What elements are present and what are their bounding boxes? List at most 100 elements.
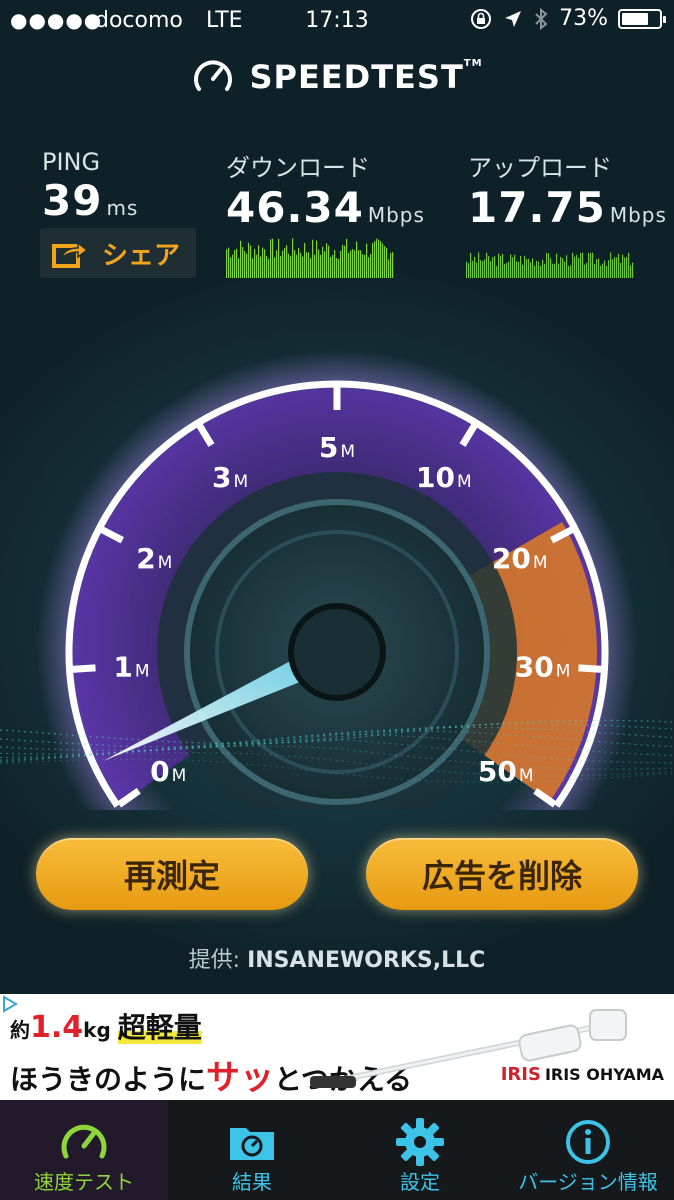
sparkline-bar: [258, 245, 260, 278]
sparkline-bar: [310, 258, 312, 278]
tab-results[interactable]: 結果: [168, 1100, 336, 1200]
sparkline-bar: [486, 252, 488, 278]
sparkline-bar: [318, 249, 320, 278]
gauge-tick-number: 3: [212, 461, 231, 494]
ping-label: PING: [42, 148, 101, 176]
sparkline-bar: [494, 256, 496, 278]
sparkline-bar: [312, 239, 314, 278]
sparkline-bar: [322, 246, 324, 278]
sparkline-bar: [624, 257, 626, 278]
sparkline-bar: [350, 250, 352, 278]
download-unit: Mbps: [367, 203, 425, 227]
sparkline-bar: [598, 258, 600, 278]
sparkline-bar: [278, 238, 280, 278]
sparkline-bar: [590, 252, 592, 278]
sparkline-bar: [500, 255, 502, 278]
sparkline-bar: [294, 250, 296, 278]
sparkline-bar: [274, 257, 276, 278]
tab-speed-test-label: 速度テスト: [34, 1170, 134, 1194]
sparkline-bar: [578, 257, 580, 278]
ad-banner[interactable]: 約1.4kg 超軽量 ほうきのようにサッとつかえる IRISIRIS OHYAM…: [0, 994, 674, 1100]
sparkline-bar: [306, 252, 308, 278]
sparkline-bar: [386, 247, 388, 278]
sparkline-bar: [364, 254, 366, 278]
sparkline-bar: [276, 250, 278, 278]
retest-button[interactable]: 再測定: [36, 838, 308, 910]
remove-ads-button[interactable]: 広告を削除: [366, 838, 638, 910]
sparkline-bar: [508, 261, 510, 278]
upload-stat: アップロード 17.75 Mbps: [468, 148, 667, 232]
sparkline-bar: [250, 245, 252, 278]
share-label: シェア: [102, 240, 181, 271]
location-icon: [505, 10, 522, 27]
sparkline-bar: [588, 252, 590, 278]
ad-tagline-b: サッ: [206, 1058, 275, 1098]
sparkline-bar: [520, 255, 522, 278]
sparkline-bar: [326, 243, 328, 278]
sparkline-bar: [592, 252, 594, 278]
gauge-tick-number: 10: [416, 461, 455, 494]
sparkline-bar: [264, 249, 266, 278]
upload-label: アップロード: [468, 154, 612, 182]
speedtest-logo-icon: [194, 60, 233, 91]
gauge-tick-unit: M: [519, 766, 534, 786]
tab-speed-test[interactable]: 速度テスト: [0, 1100, 168, 1200]
gauge-tick-unit: M: [158, 553, 173, 573]
sparkline-bar: [498, 253, 500, 278]
tab-version-info[interactable]: バージョン情報: [504, 1100, 672, 1200]
sparkline-bar: [376, 238, 378, 278]
ad-brand-name: IRIS OHYAMA: [544, 1065, 664, 1084]
sparkline-bar: [308, 252, 310, 278]
tab-results-label: 結果: [232, 1170, 272, 1194]
sparkline-bar: [238, 258, 240, 278]
tab-settings-label: 設定: [400, 1170, 440, 1194]
share-button[interactable]: シェア: [40, 228, 196, 278]
sparkline-bar: [626, 257, 628, 278]
sparkline-bar: [576, 254, 578, 278]
info-icon: [566, 1120, 610, 1164]
sparkline-bar: [510, 254, 512, 278]
sparkline-bar: [522, 264, 524, 278]
sparkline-bar: [488, 256, 490, 278]
sparkline-bar: [560, 256, 562, 278]
gauge-tick: [578, 664, 603, 673]
speedometer-icon: [61, 1124, 107, 1159]
sparkline-bar: [370, 254, 372, 278]
sparkline-bar: [482, 260, 484, 278]
sparkline-bar: [262, 247, 264, 278]
sparkline-bar: [472, 260, 474, 278]
sparkline-bar: [362, 254, 364, 278]
provider-name: INSANEWORKS,LLC: [247, 948, 486, 973]
tab-settings[interactable]: 設定: [336, 1100, 504, 1200]
tab-version-info-label: バージョン情報: [518, 1170, 658, 1194]
sparkline-bar: [338, 258, 340, 278]
download-value: 46.34: [226, 183, 364, 232]
sparkline-bar: [320, 254, 322, 278]
sparkline-bar: [466, 261, 468, 278]
sparkline-bar: [614, 257, 616, 278]
tab-bar: 速度テスト 結果 設定 バージョン情報: [0, 1100, 674, 1200]
sparkline-bar: [226, 249, 228, 278]
sparkline-bar: [348, 252, 350, 278]
sparkline-bar: [532, 258, 534, 278]
upload-sparkline: [466, 252, 634, 278]
sparkline-bar: [628, 252, 630, 278]
upload-value: 17.75: [468, 183, 606, 232]
sparkline-bar: [384, 245, 386, 278]
app-header: SPEEDTESTTM: [0, 52, 674, 102]
sparkline-bar: [346, 238, 348, 278]
sparkline-bar: [282, 250, 284, 278]
gauge-tick-unit: M: [135, 661, 150, 681]
sparkline-bar: [548, 253, 550, 278]
sparkline-bar: [378, 239, 380, 278]
sparkline-bar: [388, 259, 390, 278]
sparkline-bar: [618, 253, 620, 278]
gauge-hub: [288, 603, 386, 701]
sparkline-bar: [392, 252, 394, 278]
sparkline-bar: [288, 253, 290, 278]
sparkline-bar: [514, 254, 516, 278]
sparkline-bar: [252, 258, 254, 278]
sparkline-bar: [358, 250, 360, 278]
sparkline-bar: [574, 256, 576, 278]
battery-fill: [622, 12, 649, 25]
